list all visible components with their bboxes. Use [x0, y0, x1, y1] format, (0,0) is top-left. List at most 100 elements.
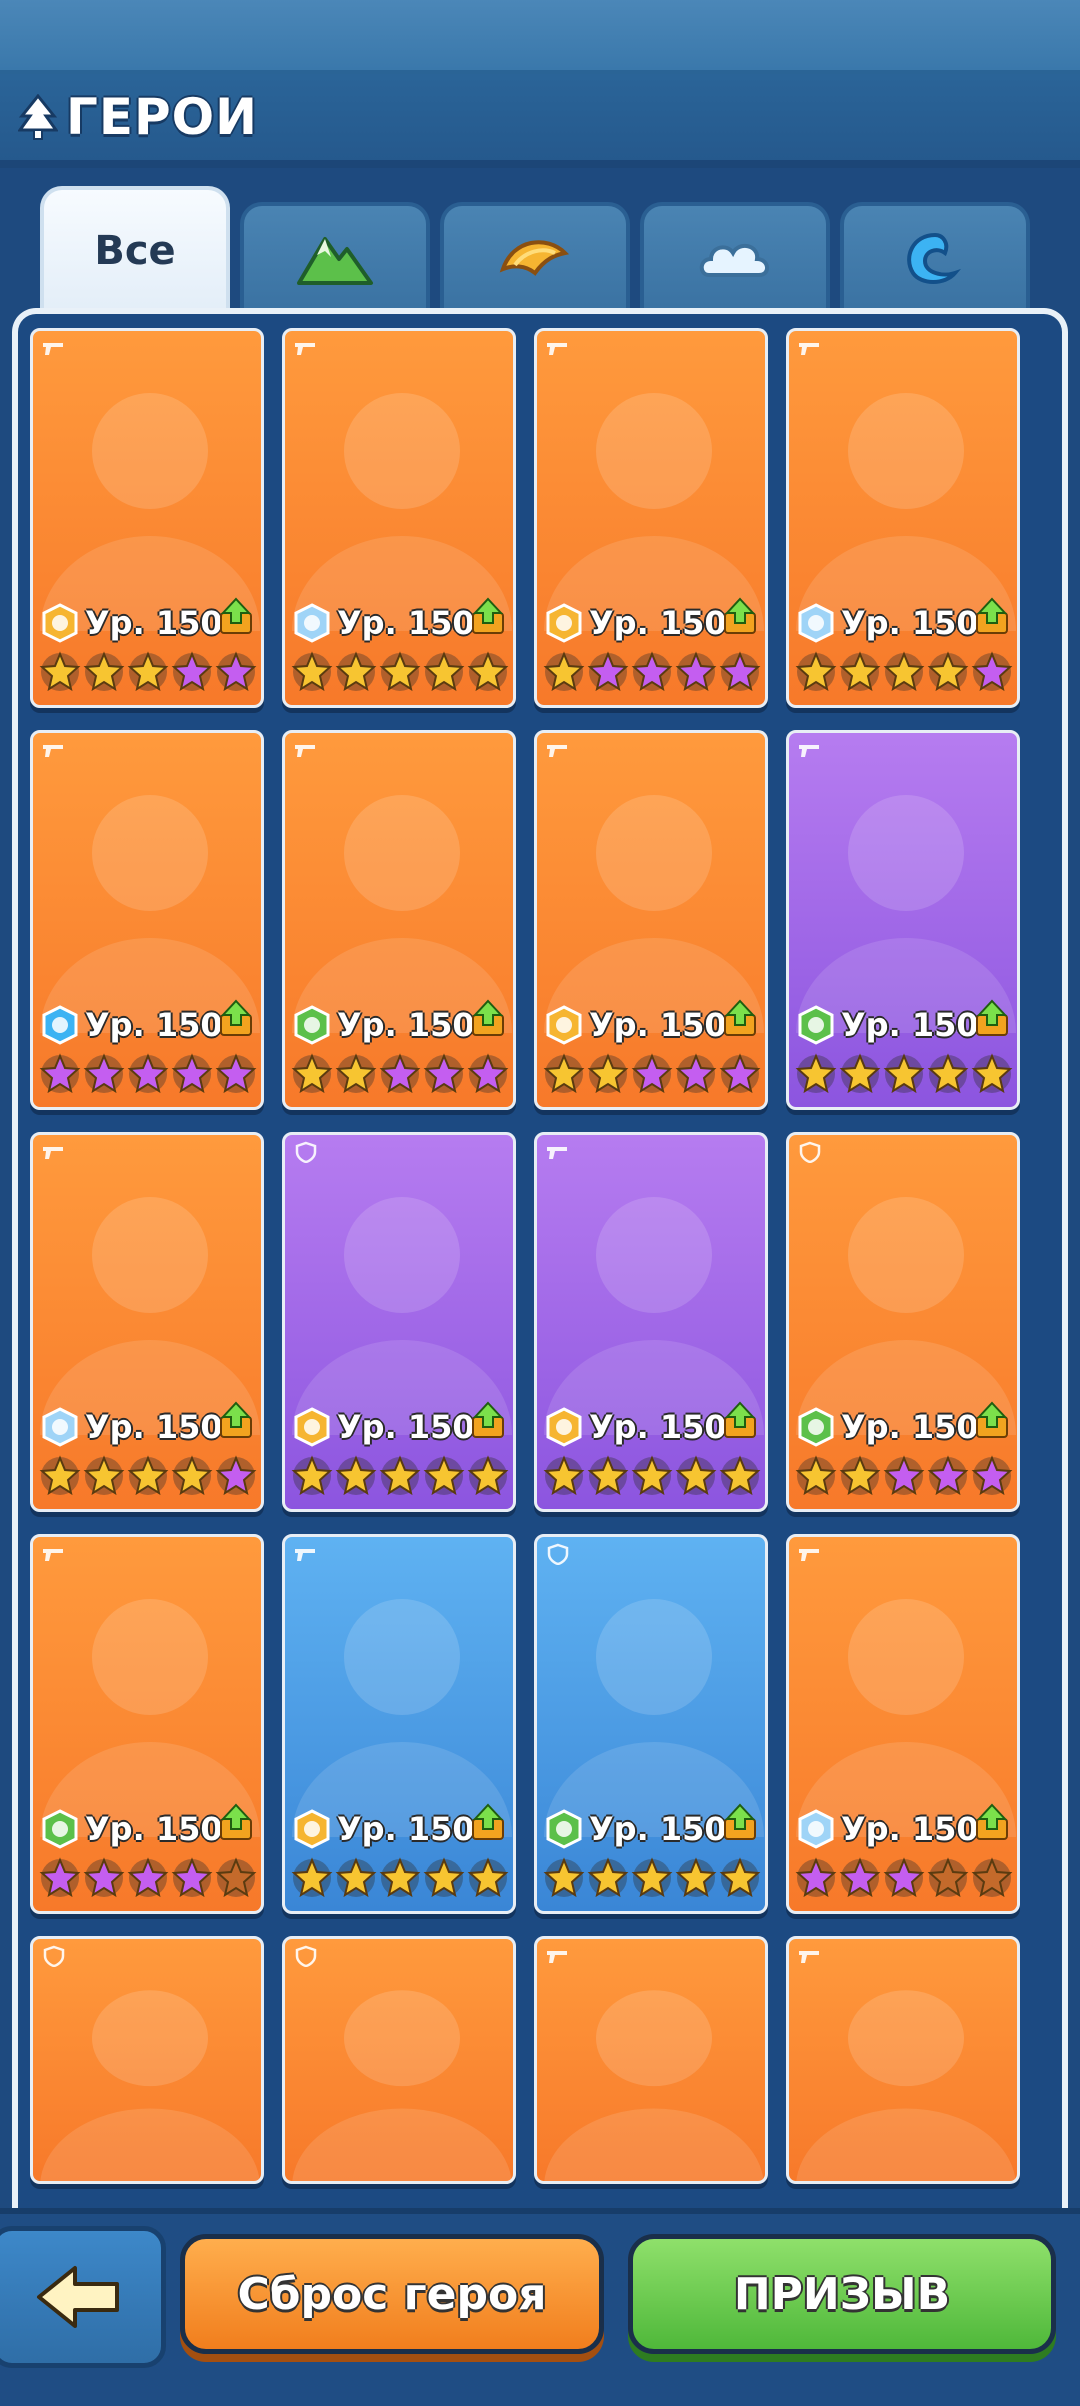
- gold-star-icon: [379, 1455, 421, 1496]
- purple-star-icon: [39, 1053, 81, 1094]
- hero-card[interactable]: Ур. 150: [30, 328, 264, 708]
- reset-hero-button[interactable]: Сброс героя: [180, 2234, 604, 2354]
- gun-class-icon: [799, 745, 819, 757]
- sand-element-icon: [294, 1407, 330, 1447]
- shield-class-icon: [43, 1945, 65, 1967]
- purple-star-icon: [171, 1857, 213, 1898]
- gun-class-icon: [295, 343, 315, 355]
- cloud-element-icon: [798, 1809, 834, 1849]
- hero-portrait: [292, 1197, 512, 1435]
- hero-level: Ур. 150: [589, 1006, 727, 1044]
- hero-portrait: [40, 1990, 260, 2181]
- hero-card[interactable]: [30, 1936, 264, 2184]
- upgrade-arrow-icon: [220, 597, 252, 634]
- gold-star-icon: [379, 651, 421, 692]
- hero-level-row: Ур. 150: [41, 601, 223, 645]
- hero-card[interactable]: Ур. 150: [534, 730, 768, 1110]
- hero-stars: [39, 1053, 257, 1095]
- tab-mountain[interactable]: [240, 202, 430, 312]
- hero-card[interactable]: Ур. 150: [282, 730, 516, 1110]
- hero-level-row: Ур. 150: [293, 1405, 475, 1449]
- hero-card[interactable]: Ур. 150: [282, 328, 516, 708]
- hero-card[interactable]: Ур. 150: [786, 328, 1020, 708]
- upgrade-arrow-icon: [976, 999, 1008, 1036]
- shield-class-icon: [295, 1945, 317, 1967]
- hero-card[interactable]: Ур. 150: [534, 1534, 768, 1914]
- gold-star-icon: [335, 1857, 377, 1898]
- hero-level-row: Ур. 150: [797, 1807, 979, 1851]
- summon-button[interactable]: ПРИЗЫВ: [628, 2234, 1056, 2354]
- shield-class-icon: [295, 1141, 317, 1163]
- hero-portrait: [40, 393, 260, 631]
- tab-cloud[interactable]: [640, 202, 830, 312]
- purple-star-icon: [971, 1455, 1013, 1496]
- tab-sand[interactable]: [440, 202, 630, 312]
- tab-all[interactable]: Все: [40, 186, 230, 312]
- upgrade-arrow-icon: [724, 1803, 756, 1840]
- purple-star-icon: [839, 1857, 881, 1898]
- hero-level-row: Ур. 150: [545, 1003, 727, 1047]
- purple-star-icon: [39, 1857, 81, 1898]
- hero-card[interactable]: Ур. 150: [534, 328, 768, 708]
- reset-hero-label: Сброс героя: [237, 2268, 547, 2320]
- gun-class-icon: [799, 343, 819, 355]
- hero-stars: [291, 1053, 509, 1095]
- hero-level: Ур. 150: [589, 604, 727, 642]
- purple-star-icon: [171, 1053, 213, 1094]
- cloud-element-icon: [42, 1407, 78, 1447]
- gold-star-icon: [883, 1053, 925, 1094]
- hero-portrait: [544, 1990, 764, 2181]
- sand-element-icon: [546, 1407, 582, 1447]
- gold-star-icon: [675, 1857, 717, 1898]
- hero-card[interactable]: Ур. 150: [30, 730, 264, 1110]
- hero-card[interactable]: Ур. 150: [786, 1534, 1020, 1914]
- gold-star-icon: [543, 1053, 585, 1094]
- hero-portrait: [292, 795, 512, 1033]
- upgrade-arrow-icon: [220, 999, 252, 1036]
- hero-level-row: Ур. 150: [545, 601, 727, 645]
- gold-star-icon: [587, 1857, 629, 1898]
- gold-star-icon: [127, 1455, 169, 1496]
- hero-card[interactable]: Ур. 150: [282, 1534, 516, 1914]
- hero-card[interactable]: Ур. 150: [282, 1132, 516, 1512]
- gold-star-icon: [839, 651, 881, 692]
- gold-star-icon: [795, 651, 837, 692]
- mountain-element-icon: [294, 1005, 330, 1045]
- hero-portrait: [796, 795, 1016, 1033]
- wave-element-icon: [42, 1005, 78, 1045]
- hero-card[interactable]: [786, 1936, 1020, 2184]
- gold-star-icon: [423, 651, 465, 692]
- hero-card[interactable]: Ур. 150: [30, 1534, 264, 1914]
- gold-star-icon: [39, 1455, 81, 1496]
- tab-wave[interactable]: [840, 202, 1030, 312]
- mountain-element-icon: [546, 1809, 582, 1849]
- hero-card[interactable]: [534, 1936, 768, 2184]
- gold-star-icon: [467, 1455, 509, 1496]
- purple-star-icon: [423, 1053, 465, 1094]
- hero-portrait: [40, 795, 260, 1033]
- gun-class-icon: [547, 1951, 567, 1963]
- hero-card[interactable]: Ур. 150: [786, 730, 1020, 1110]
- hero-stars: [795, 1455, 1013, 1497]
- gold-star-icon: [675, 1455, 717, 1496]
- sand-element-icon: [42, 603, 78, 643]
- purple-star-icon: [127, 1053, 169, 1094]
- hero-card[interactable]: Ур. 150: [786, 1132, 1020, 1512]
- purple-star-icon: [631, 1053, 673, 1094]
- hero-card[interactable]: [282, 1936, 516, 2184]
- back-button[interactable]: [0, 2226, 166, 2368]
- hero-level-row: Ур. 150: [41, 1807, 223, 1851]
- hero-stars: [795, 1053, 1013, 1095]
- gold-star-icon: [83, 651, 125, 692]
- gold-star-icon: [795, 1053, 837, 1094]
- gold-star-icon: [587, 1455, 629, 1496]
- gold-star-icon: [543, 1857, 585, 1898]
- upgrade-arrow-icon: [724, 1401, 756, 1438]
- hero-stars: [39, 1857, 257, 1899]
- hero-card[interactable]: Ур. 150: [30, 1132, 264, 1512]
- hero-level: Ур. 150: [85, 1408, 223, 1446]
- hero-card[interactable]: Ур. 150: [534, 1132, 768, 1512]
- gold-star-icon: [543, 651, 585, 692]
- upgrade-arrow-icon: [976, 1803, 1008, 1840]
- hero-portrait: [796, 1599, 1016, 1837]
